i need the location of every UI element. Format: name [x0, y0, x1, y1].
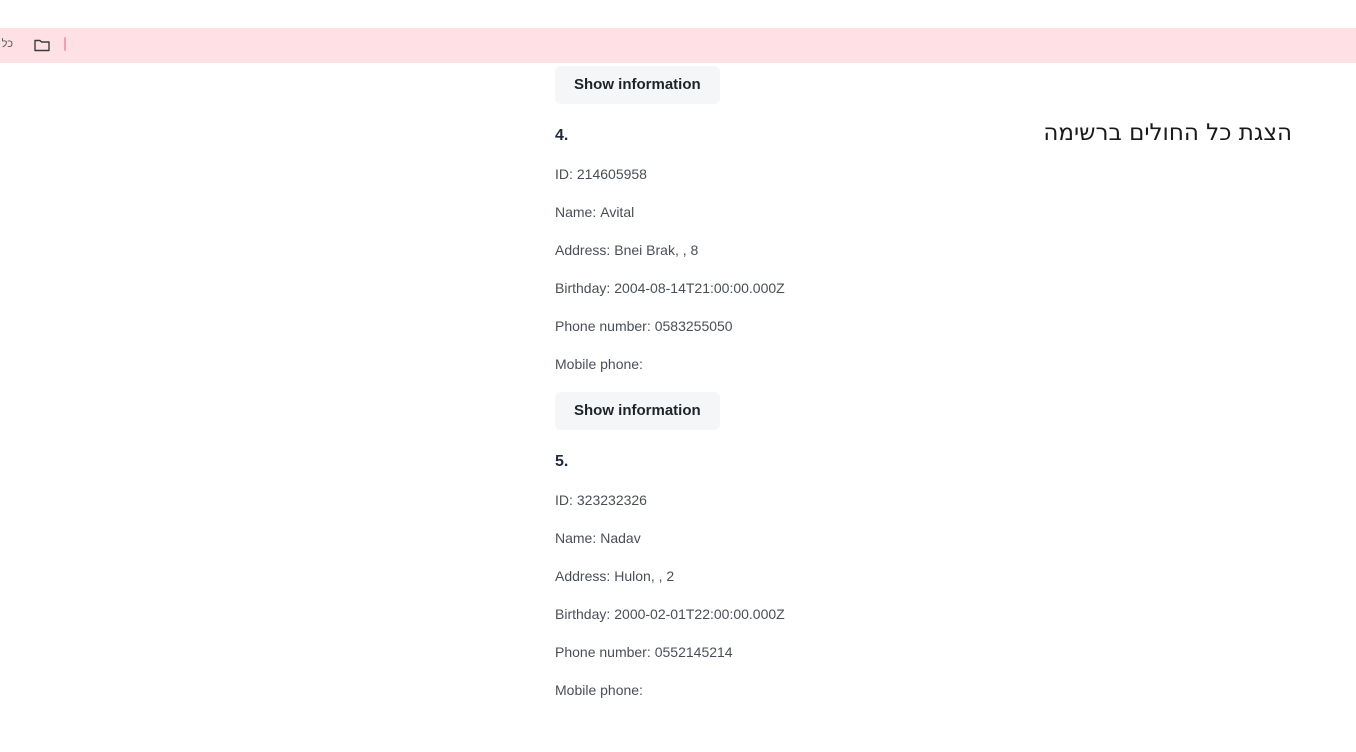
patients-list: Show information 4. ID: 214605958 Name: Av…	[555, 66, 975, 709]
id-label: ID:	[555, 166, 573, 182]
patient-number: 5.	[555, 453, 569, 470]
name-value: Nadav	[600, 530, 641, 546]
bookmarks-bar: כל ה	[0, 28, 1356, 63]
address-value: Hulon, , 2	[614, 568, 675, 584]
patient-address: Address: Bnei Brak, , 8	[555, 231, 975, 269]
birthday-label: Birthday:	[555, 606, 611, 622]
phone-value: 0583255050	[654, 318, 733, 334]
patient-mobile: Mobile phone:	[555, 671, 975, 709]
show-information-button[interactable]: Show information	[555, 66, 720, 104]
address-value: Bnei Brak, , 8	[614, 242, 699, 258]
patient-id: ID: 214605958	[555, 155, 975, 193]
patient-name: Name: Avital	[555, 193, 975, 231]
mobile-label: Mobile phone:	[555, 356, 643, 372]
patient-number: 4.	[555, 127, 569, 144]
patient-card: 5. ID: 323232326 Name: Nadav Address: Hulon…	[555, 443, 975, 709]
bookmark-folder-label[interactable]: כל ה	[0, 38, 13, 50]
id-value: 214605958	[576, 166, 647, 182]
name-label: Name:	[555, 530, 597, 546]
folder-icon[interactable]	[34, 38, 50, 52]
id-label: ID:	[555, 492, 573, 508]
phone-label: Phone number:	[555, 644, 651, 660]
patient-id: ID: 323232326	[555, 481, 975, 519]
patient-mobile: Mobile phone:	[555, 345, 975, 383]
id-value: 323232326	[576, 492, 647, 508]
birthday-value: 2004-08-14T21:00:00.000Z	[614, 280, 785, 296]
patient-name: Name: Nadav	[555, 519, 975, 557]
patient-card: 4. ID: 214605958 Name: Avital Address: Bnei…	[555, 117, 975, 430]
address-label: Address:	[555, 568, 611, 584]
name-label: Name:	[555, 204, 597, 220]
address-label: Address:	[555, 242, 611, 258]
patient-birthday: Birthday: 2000-02-01T22:00:00.000Z	[555, 595, 975, 633]
page-title: הצגת כל החולים ברשימה	[1043, 120, 1292, 146]
mobile-label: Mobile phone:	[555, 682, 643, 698]
birthday-label: Birthday:	[555, 280, 611, 296]
bookmarks-separator	[64, 37, 66, 51]
patient-phone: Phone number: 0583255050	[555, 307, 975, 345]
name-value: Avital	[600, 204, 635, 220]
patient-phone: Phone number: 0552145214	[555, 633, 975, 671]
show-information-button[interactable]: Show information	[555, 392, 720, 430]
phone-label: Phone number:	[555, 318, 651, 334]
patient-birthday: Birthday: 2004-08-14T21:00:00.000Z	[555, 269, 975, 307]
phone-value: 0552145214	[654, 644, 733, 660]
patient-address: Address: Hulon, , 2	[555, 557, 975, 595]
birthday-value: 2000-02-01T22:00:00.000Z	[614, 606, 785, 622]
